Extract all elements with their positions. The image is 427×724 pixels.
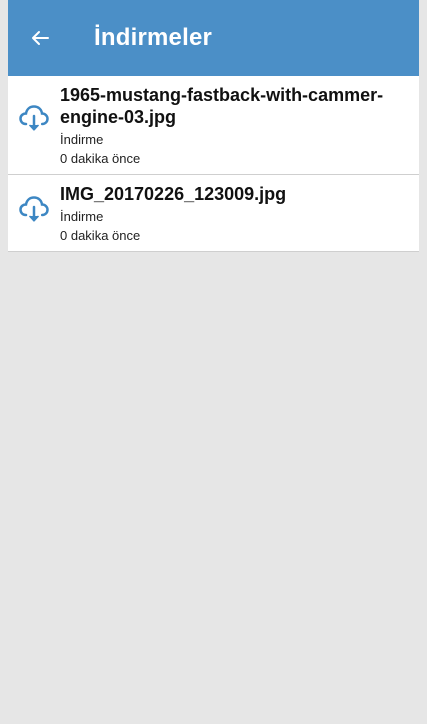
cloud-download-icon <box>19 105 49 131</box>
arrow-left-icon <box>32 31 49 45</box>
download-time: 0 dakika önce <box>60 228 141 243</box>
download-time: 0 dakika önce <box>60 151 141 166</box>
screen: İndirmeler 1965-mustang-fastback-with-ca… <box>8 0 419 724</box>
download-type: İndirme <box>60 209 104 224</box>
downloads-list: 1965-mustang-fastback-with-cammer-engine… <box>8 76 419 252</box>
cloud-download-icon <box>19 196 49 222</box>
file-name: 1965-mustang-fastback-with-cammer-engine… <box>60 85 384 127</box>
download-item[interactable]: IMG_20170226_123009.jpg İndirme 0 dakika… <box>8 175 419 252</box>
app-bar: İndirmeler <box>8 0 419 76</box>
page-title: İndirmeler <box>94 24 213 51</box>
file-name: IMG_20170226_123009.jpg <box>60 184 287 204</box>
download-type: İndirme <box>60 132 104 147</box>
download-item[interactable]: 1965-mustang-fastback-with-cammer-engine… <box>8 76 419 175</box>
back-button[interactable] <box>8 0 72 76</box>
